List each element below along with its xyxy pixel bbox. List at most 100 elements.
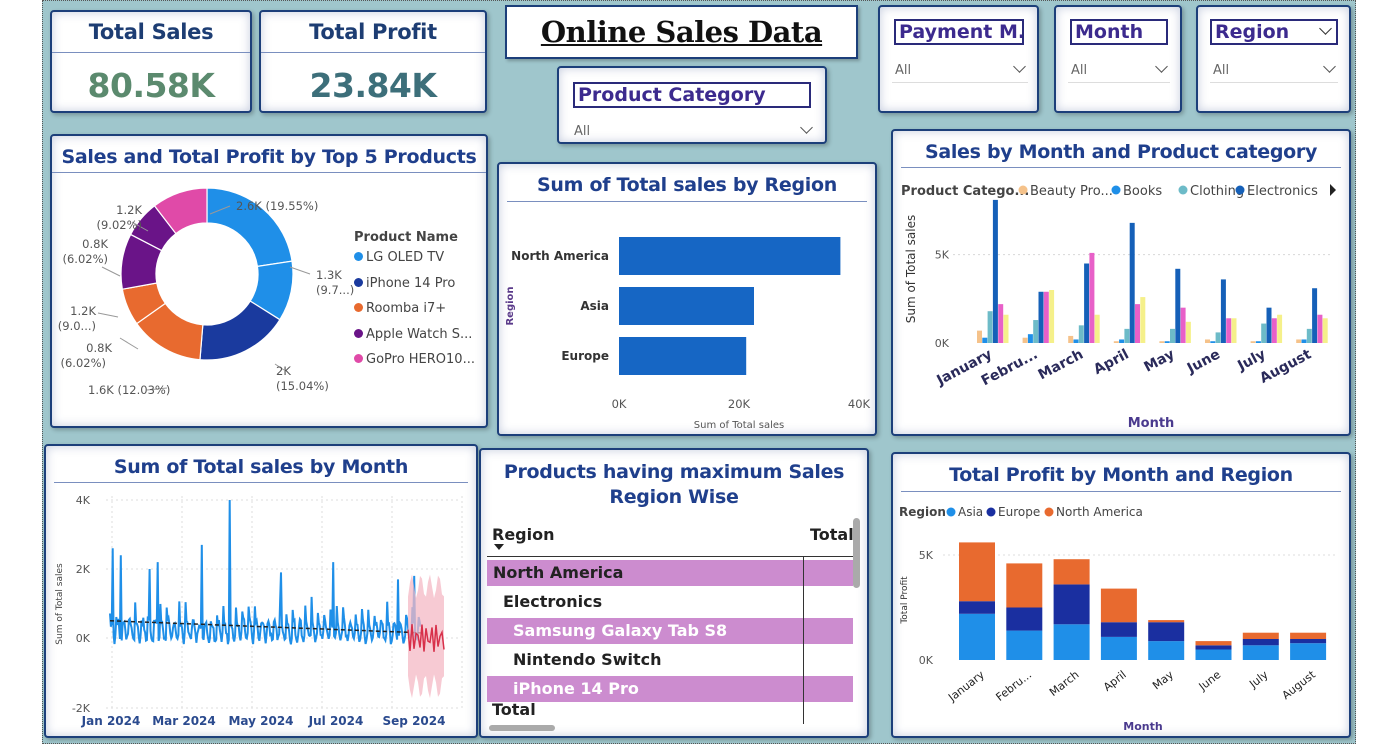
line-chart: 4K2K0K-2KSum of Total salesJan 2024 Mar 2… xyxy=(55,494,463,728)
bar xyxy=(1215,332,1221,343)
axis-label: Sum of Total sales xyxy=(904,215,918,324)
legend-label: Europe xyxy=(998,505,1040,519)
bar xyxy=(1231,318,1237,343)
bar xyxy=(1006,563,1043,608)
row-label: Electronics xyxy=(503,592,603,611)
legend-label: GoPro HERO10... xyxy=(366,352,475,367)
table-row[interactable]: iPhone 14 Pro xyxy=(487,676,853,702)
bar xyxy=(1242,639,1279,646)
row-label: Samsung Galaxy Tab S8 xyxy=(513,621,728,640)
slicer-value: All xyxy=(895,63,912,78)
bar xyxy=(1226,318,1232,343)
leader-line xyxy=(101,266,121,277)
slicer-dropdown[interactable]: All xyxy=(892,59,1028,83)
table-title: Products having maximum Sales Region Wis… xyxy=(481,460,867,510)
table-row[interactable]: Samsung Galaxy Tab S8 xyxy=(487,618,853,644)
bar xyxy=(1053,624,1090,660)
table-row[interactable]: Electronics xyxy=(487,589,853,615)
month-category-chart: Product Catego... Beauty Pro... Books Cloth… xyxy=(901,184,1336,431)
donut-chart-card[interactable]: Sales and Total Profit by Top 5 Products… xyxy=(50,134,488,428)
bar xyxy=(1312,288,1318,343)
legend-item[interactable]: LG OLED TV xyxy=(354,250,444,265)
chevron-down-icon[interactable] xyxy=(1319,22,1332,35)
data-label: (9.02%) xyxy=(96,218,142,232)
sort-desc-icon[interactable] xyxy=(494,544,504,550)
tick-label: 0K xyxy=(612,397,627,411)
slicer-product-category[interactable]: Product Category All xyxy=(557,66,827,144)
legend-title: Product Name xyxy=(354,230,458,245)
table-row[interactable]: North America xyxy=(487,560,853,586)
kpi-card-total-sales[interactable]: Total Sales 80.58K xyxy=(50,10,252,113)
legend-title: Region xyxy=(899,505,946,519)
table-title-line1: Products having maximum Sales xyxy=(503,461,845,483)
slicer-header: Payment M... xyxy=(894,19,1024,45)
bar xyxy=(959,542,995,602)
bar xyxy=(1053,559,1090,585)
profit-region-chart: Region Asia Europe North America 5K 0K Total P… xyxy=(899,505,1338,733)
legend-dot-icon xyxy=(1235,185,1245,195)
legend-item[interactable]: Apple Watch S... xyxy=(354,327,472,342)
chart-title: Sales and Total Profit by Top 5 Products xyxy=(61,146,477,168)
bar xyxy=(1185,321,1191,343)
bar xyxy=(1038,291,1044,343)
slicer-region[interactable]: Region All xyxy=(1196,5,1351,113)
kpi-title: Total Sales xyxy=(88,20,214,44)
legend-item[interactable]: Roomba i7+ xyxy=(354,301,446,316)
bar xyxy=(1317,314,1323,343)
bar xyxy=(1301,339,1307,343)
legend-dot-icon xyxy=(354,277,363,287)
horizontal-scrollbar[interactable] xyxy=(489,725,555,731)
bar xyxy=(959,601,995,614)
bar xyxy=(992,199,998,343)
bar xyxy=(1148,641,1185,660)
legend-dot-icon xyxy=(1178,185,1188,195)
tick-label: Jul 2024 xyxy=(308,714,364,728)
slicer-header: Region xyxy=(1210,19,1338,45)
legend-dot-icon xyxy=(1111,185,1121,195)
slicer-dropdown[interactable]: All xyxy=(571,120,815,142)
legend-dot-icon xyxy=(946,507,956,517)
matrix-table-card[interactable]: Products having maximum Sales Region Wis… xyxy=(479,448,869,738)
slicer-month[interactable]: Month All xyxy=(1054,5,1182,113)
tick-label: 5K xyxy=(919,549,934,562)
column-header-region[interactable]: Region xyxy=(492,525,555,544)
bar xyxy=(1100,622,1137,637)
page-margin xyxy=(1356,0,1397,750)
legend-item[interactable]: GoPro HERO10... xyxy=(354,352,475,367)
bar xyxy=(982,337,988,343)
data-label: (9.7...) xyxy=(316,283,354,297)
slicer-payment-method[interactable]: Payment M... All xyxy=(878,5,1039,113)
bar xyxy=(1027,334,1033,343)
bar xyxy=(959,613,995,660)
vertical-scrollbar[interactable] xyxy=(853,518,860,588)
legend-label: Apple Watch S... xyxy=(366,326,473,342)
data-label: (6.02%) xyxy=(62,252,108,266)
category-label: April xyxy=(1091,346,1131,378)
bar xyxy=(1266,307,1272,343)
chevron-down-icon xyxy=(800,121,813,134)
divider xyxy=(261,52,485,53)
tick-label: 0K xyxy=(76,632,91,645)
bar xyxy=(1022,337,1028,343)
axis-label: Sum of Total sales xyxy=(694,420,784,431)
table-row[interactable]: Nintendo Switch xyxy=(487,647,853,673)
bar xyxy=(1170,328,1175,343)
data-label: (9.0...) xyxy=(58,319,96,333)
column-header-total[interactable]: Total xyxy=(810,525,854,544)
profit-region-chart-card[interactable]: Total Profit by Month and Region Region A… xyxy=(891,452,1351,738)
bar xyxy=(1003,314,1009,343)
legend-item[interactable]: iPhone 14 Pro xyxy=(354,276,455,291)
kpi-card-total-profit[interactable]: Total Profit 23.84K xyxy=(259,10,487,113)
region-bar-chart-card[interactable]: Sum of Total sales by Region North Ameri… xyxy=(497,162,877,436)
line-chart-card[interactable]: Sum of Total sales by Month 4K 2K 0K -2K Sum… xyxy=(44,444,478,738)
bar xyxy=(1135,304,1140,343)
slicer-dropdown[interactable]: All xyxy=(1068,59,1170,83)
row-label: North America xyxy=(493,563,624,582)
legend-label: North America xyxy=(1056,505,1143,519)
tick-label: 5K xyxy=(935,249,950,262)
bar xyxy=(1210,341,1216,343)
bar xyxy=(1159,341,1165,343)
month-category-chart-card[interactable]: Sales by Month and Product category Prod… xyxy=(891,129,1351,436)
slicer-dropdown[interactable]: All xyxy=(1210,59,1338,83)
bar xyxy=(1113,341,1119,343)
